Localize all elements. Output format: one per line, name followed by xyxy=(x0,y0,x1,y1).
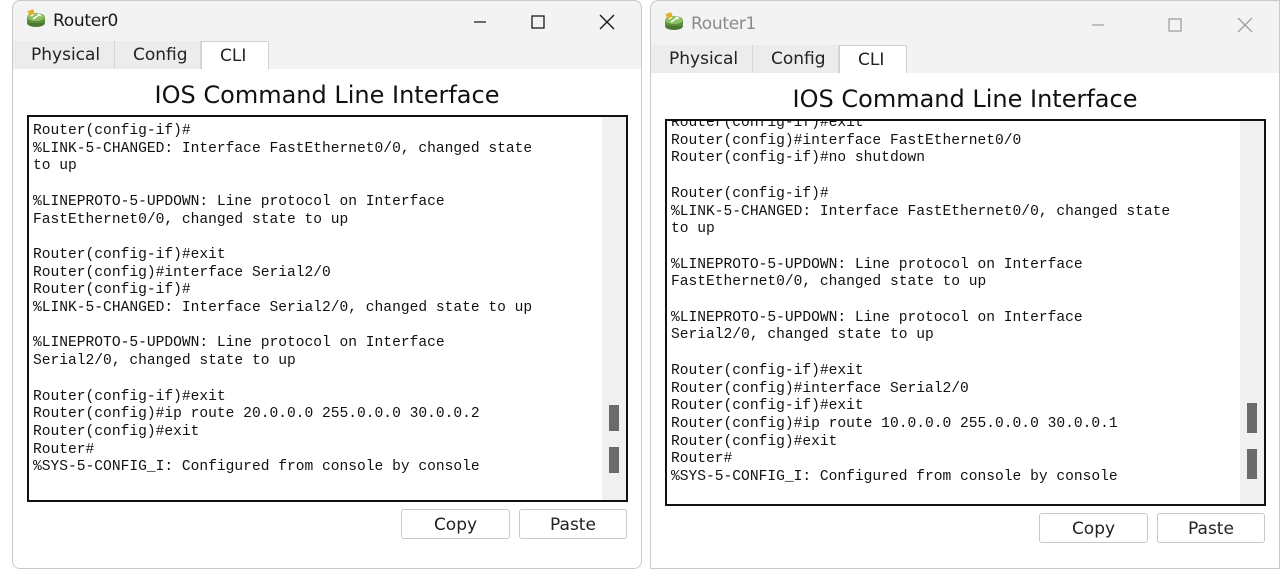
tab-physical[interactable]: Physical xyxy=(651,45,753,73)
copy-button[interactable]: Copy xyxy=(401,509,510,539)
close-button[interactable] xyxy=(584,7,630,37)
tab-config[interactable]: Config xyxy=(115,41,201,69)
maximize-icon xyxy=(531,15,545,29)
console-output[interactable]: Router(config-if)#exit Router(config)#in… xyxy=(671,121,1238,487)
cli-panel: IOS Command Line Interface Router(config… xyxy=(651,73,1279,568)
window-gap xyxy=(642,0,650,569)
title-bar[interactable]: Router0 xyxy=(13,1,641,41)
minimize-icon xyxy=(1092,24,1104,26)
window-title: Router0 xyxy=(53,11,119,31)
scrollbar-thumb[interactable] xyxy=(609,405,619,431)
router-icon xyxy=(27,9,45,27)
tab-bar: Physical Config CLI xyxy=(651,45,1279,74)
close-button[interactable] xyxy=(1222,10,1268,40)
tab-cli[interactable]: CLI xyxy=(201,41,269,70)
minimize-button[interactable] xyxy=(1075,10,1121,40)
window-title: Router1 xyxy=(691,14,757,34)
console-output[interactable]: Router(config-if)# %LINK-5-CHANGED: Inte… xyxy=(33,123,600,477)
close-icon xyxy=(1237,17,1253,33)
cli-console[interactable]: Router(config-if)#exit Router(config)#in… xyxy=(665,119,1266,506)
cli-console[interactable]: Router(config-if)# %LINK-5-CHANGED: Inte… xyxy=(27,115,628,502)
scrollbar-thumb[interactable] xyxy=(1247,449,1257,479)
router0-window: Router0 Physical Config CLI IOS Command … xyxy=(12,0,642,569)
maximize-button[interactable] xyxy=(1152,10,1198,40)
panel-heading: IOS Command Line Interface xyxy=(154,81,500,109)
close-icon xyxy=(599,14,615,30)
paste-button[interactable]: Paste xyxy=(1157,513,1265,543)
paste-button[interactable]: Paste xyxy=(519,509,627,539)
title-bar[interactable]: Router1 xyxy=(651,1,1279,41)
scrollbar-thumb[interactable] xyxy=(609,447,619,473)
cli-panel: IOS Command Line Interface Router(config… xyxy=(13,69,641,568)
router1-window: Router1 Physical Config CLI IOS Command … xyxy=(650,0,1280,569)
tab-config[interactable]: Config xyxy=(753,45,839,73)
panel-heading: IOS Command Line Interface xyxy=(792,85,1138,113)
maximize-button[interactable] xyxy=(515,7,561,37)
maximize-icon xyxy=(1168,18,1182,32)
tab-cli[interactable]: CLI xyxy=(839,45,907,74)
minimize-button[interactable] xyxy=(457,7,503,37)
tab-physical[interactable]: Physical xyxy=(13,41,115,69)
console-scrollbar[interactable] xyxy=(1240,121,1264,504)
console-scrollbar[interactable] xyxy=(602,117,626,500)
scrollbar-thumb[interactable] xyxy=(1247,403,1257,433)
copy-button[interactable]: Copy xyxy=(1039,513,1148,543)
minimize-icon xyxy=(474,21,486,23)
router-icon xyxy=(665,12,683,30)
tab-bar: Physical Config CLI xyxy=(13,41,641,70)
